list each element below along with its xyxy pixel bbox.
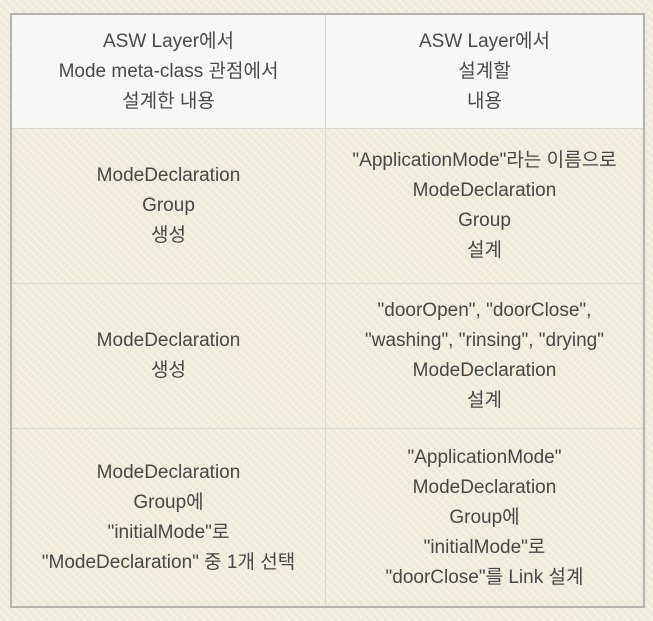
header-cell-content-to-design: ASW Layer에서 설계할 내용 — [326, 15, 643, 129]
table-cell-row3-left: ModeDeclaration Group에 "initialMode"로 "M… — [12, 429, 326, 606]
table-cell-row2-right: "doorOpen", "doorClose", "washing", "rin… — [326, 284, 643, 429]
header-cell-designed-content: ASW Layer에서 Mode meta-class 관점에서 설계한 내용 — [12, 15, 326, 129]
table-cell-row3-right: "ApplicationMode" ModeDeclaration Group에… — [385, 446, 584, 588]
table-cell-row1-right: "ApplicationMode"라는 이름으로 ModeDeclaration… — [326, 129, 643, 284]
design-comparison-table: ASW Layer에서 Mode meta-class 관점에서 설계한 내용 … — [10, 13, 645, 608]
table-cell-row1-left: ModeDeclaration Group 생성 — [12, 129, 326, 284]
page-background: ASW Layer에서 Mode meta-class 관점에서 설계한 내용 … — [0, 0, 653, 621]
table-cell-row2-left: ModeDeclaration 생성 — [12, 284, 326, 429]
